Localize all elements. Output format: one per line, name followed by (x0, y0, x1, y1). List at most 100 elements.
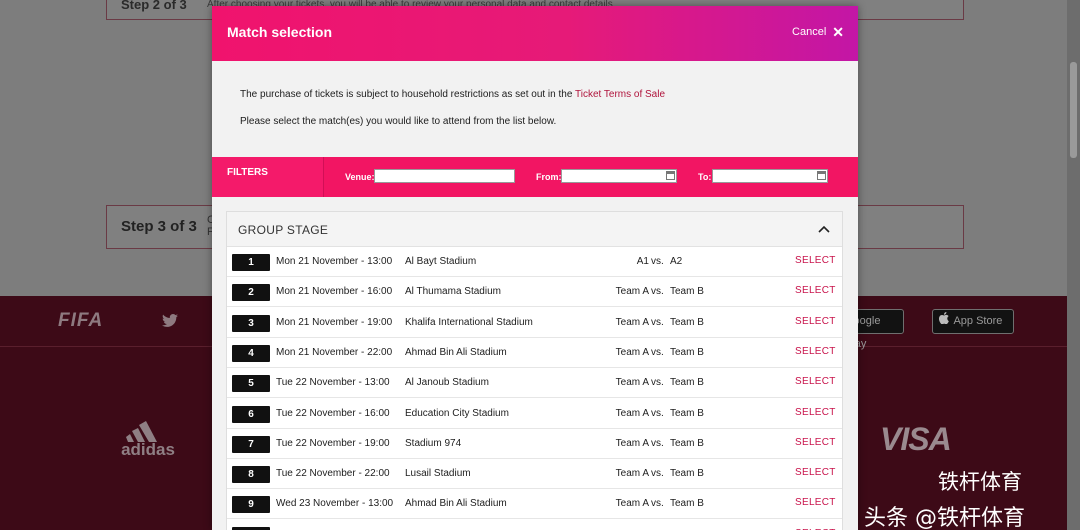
match-venue: Education City Stadium (405, 407, 509, 419)
select-button[interactable]: SELECT (795, 376, 836, 387)
match-home-team: Team A (615, 316, 649, 328)
fifa-logo[interactable]: FIFA (58, 310, 103, 332)
match-row[interactable]: 7 Tue 22 November - 19:00 Stadium 974 Team … (227, 428, 842, 459)
match-venue: Al Thumama Stadium (405, 286, 501, 298)
match-list-panel: GROUP STAGE 1 Mon 21 November - 13:00 Al B… (226, 211, 843, 530)
match-row[interactable]: 3 Mon 21 November - 19:00 Khalifa Internat… (227, 307, 842, 338)
venue-input[interactable] (374, 169, 515, 183)
modal-title: Match selection (227, 24, 333, 40)
match-datetime: Mon 21 November - 19:00 (276, 316, 393, 328)
match-vs-label: vs. (651, 286, 664, 298)
match-home-team: Team A (615, 377, 649, 389)
match-vs-label: vs. (651, 346, 664, 358)
match-away-team: Team B (670, 498, 704, 510)
select-button[interactable]: SELECT (795, 285, 836, 296)
app-store-badge[interactable]: App Store (932, 309, 1014, 334)
match-number: 8 (232, 466, 270, 484)
match-row[interactable]: 8 Tue 22 November - 22:00 Lusail Stadium Te… (227, 459, 842, 490)
match-row[interactable]: 2 Mon 21 November - 16:00 Al Thumama Stadi… (227, 277, 842, 308)
step3-title: Step 3 of 3 (121, 218, 197, 235)
watermark-top: 铁杆体育 (938, 470, 1022, 494)
match-away-team: Team B (670, 377, 704, 389)
apple-icon (938, 310, 951, 333)
select-button[interactable]: SELECT (795, 497, 836, 508)
filters-tab[interactable]: FILTERS (212, 157, 324, 197)
scrollbar-thumb[interactable] (1070, 62, 1077, 158)
match-away-team: Team B (670, 468, 704, 480)
instruction-text: Please select the match(es) you would li… (240, 116, 557, 127)
match-number: 3 (232, 314, 270, 332)
match-datetime: Tue 22 November - 22:00 (276, 468, 390, 480)
filters-bar: FILTERS Venue: From: To: (212, 157, 858, 197)
chevron-up-icon[interactable] (818, 224, 830, 234)
match-number: 5 (232, 375, 270, 393)
match-away-team: Team B (670, 316, 704, 328)
group-stage-title: GROUP STAGE (238, 223, 329, 237)
match-row[interactable]: 6 Tue 22 November - 16:00 Education City S… (227, 398, 842, 429)
group-stage-header[interactable]: GROUP STAGE (227, 212, 842, 247)
cancel-label: Cancel (792, 26, 827, 38)
match-away-team: Team B (670, 286, 704, 298)
match-vs-label: vs. (651, 377, 664, 389)
match-away-team: A2 (670, 256, 683, 267)
intro-text: The purchase of tickets is subject to ho… (240, 89, 666, 100)
match-datetime: Wed 23 November - 13:00 (276, 498, 394, 510)
watermark-bottom: 头条 @铁杆体育 (864, 506, 1025, 530)
select-button[interactable]: SELECT (795, 255, 836, 266)
close-icon[interactable]: ✕ (832, 25, 844, 39)
match-venue: Ahmad Bin Ali Stadium (405, 498, 507, 510)
select-button[interactable]: SELECT (795, 437, 836, 448)
select-button[interactable]: SELECT (795, 346, 836, 357)
match-venue: Ahmad Bin Ali Stadium (405, 346, 507, 358)
twitter-icon[interactable] (162, 314, 180, 330)
from-date-input[interactable] (561, 169, 677, 183)
calendar-icon[interactable] (817, 171, 826, 180)
match-venue: Stadium 974 (405, 437, 462, 449)
select-button[interactable]: SELECT (795, 407, 836, 418)
select-button[interactable]: SELECT (795, 316, 836, 327)
match-venue: Lusail Stadium (405, 468, 471, 480)
visa-logo[interactable]: VISA (880, 421, 952, 458)
cancel-button[interactable]: Cancel ✕ (792, 25, 844, 39)
match-home-team: Team A (615, 437, 649, 449)
match-row[interactable]: 5 Tue 22 November - 13:00 Al Janoub Stadiu… (227, 368, 842, 399)
from-label: From: (536, 172, 562, 182)
match-vs-label: vs. (651, 498, 664, 510)
filters-label: FILTERS (227, 167, 268, 178)
match-away-team: Team B (670, 346, 704, 358)
match-vs-label: vs. (651, 256, 664, 267)
match-venue: Khalifa International Stadium (405, 316, 533, 328)
adidas-logo[interactable]: adidas (117, 416, 179, 460)
app-store-label: App Store (953, 315, 1003, 327)
match-datetime: Mon 21 November - 13:00 (276, 256, 393, 267)
match-row[interactable]: 9 Wed 23 November - 13:00 Ahmad Bin Ali St… (227, 489, 842, 520)
match-datetime: Mon 21 November - 16:00 (276, 286, 393, 298)
match-vs-label: vs. (651, 407, 664, 419)
match-home-team: Team A (615, 286, 649, 298)
match-datetime: Tue 22 November - 19:00 (276, 437, 390, 449)
ticket-terms-link[interactable]: Ticket Terms of Sale (575, 89, 665, 100)
match-vs-label: vs. (651, 316, 664, 328)
match-row[interactable]: vs.SELECT (227, 519, 842, 530)
match-home-team: Team A (615, 468, 649, 480)
match-row[interactable]: 1 Mon 21 November - 13:00 Al Bayt Stadium A… (227, 247, 842, 277)
match-selection-modal: Match selection Cancel ✕ The purchase of… (212, 6, 858, 530)
step2-title: Step 2 of 3 (121, 0, 187, 12)
match-home-team: Team A (615, 407, 649, 419)
modal-header: Match selection Cancel ✕ (212, 6, 858, 61)
select-button[interactable]: SELECT (795, 467, 836, 478)
match-vs-label: vs. (651, 468, 664, 480)
match-vs-label: vs. (651, 437, 664, 449)
match-datetime: Mon 21 November - 22:00 (276, 346, 393, 358)
venue-label: Venue: (345, 172, 375, 182)
match-away-team: Team B (670, 437, 704, 449)
match-venue: Al Bayt Stadium (405, 256, 477, 267)
match-row[interactable]: 4 Mon 21 November - 22:00 Ahmad Bin Ali St… (227, 337, 842, 368)
to-date-input[interactable] (712, 169, 828, 183)
match-home-team: A1 (636, 256, 649, 267)
match-number: 9 (232, 496, 270, 514)
calendar-icon[interactable] (666, 171, 675, 180)
match-number: 6 (232, 405, 270, 423)
page-scrollbar[interactable] (1067, 0, 1080, 530)
match-number: 2 (232, 284, 270, 302)
